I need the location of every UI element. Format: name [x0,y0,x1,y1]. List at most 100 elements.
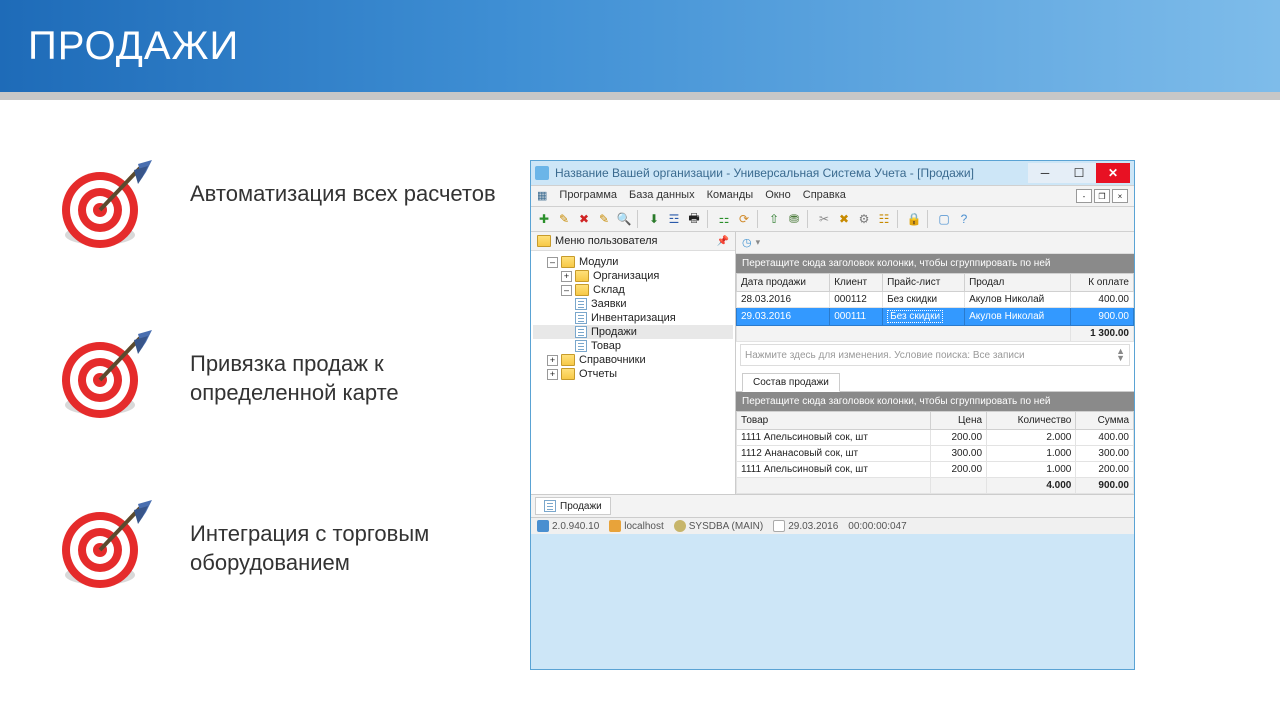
statusbar: 2.0.940.10 localhost SYSDBA (MAIN) 29.03… [531,517,1134,534]
tree-sales[interactable]: Продажи [533,325,733,339]
left-panel: Меню пользователя 📌 –Модули +Организация… [531,232,736,494]
detail-tabs: Состав продажи [736,368,1134,392]
tool-icon[interactable]: ✂ [815,210,833,228]
bullet-text-1: Автоматизация всех расчетов [190,160,496,209]
col-client[interactable]: Клиент [830,274,883,292]
filter-icon[interactable]: ⛃ [785,210,803,228]
dcol-price[interactable]: Цена [930,412,986,430]
menu-commands[interactable]: Команды [707,189,754,203]
menu-help[interactable]: Справка [803,189,846,203]
target-icon [60,160,160,250]
bullet-3: Интеграция с торговым оборудованием [60,500,520,590]
user-icon [674,520,686,532]
sales-total: 1 300.00 [1071,326,1134,342]
server-icon [609,520,621,532]
tree-goods[interactable]: Товар [533,339,733,353]
import-icon[interactable]: ⇧ [765,210,783,228]
window-title: Название Вашей организации - Универсальн… [555,166,1028,180]
search-icon[interactable]: 🔍 [615,210,633,228]
titlebar[interactable]: Название Вашей организации - Универсальн… [531,161,1134,185]
group-hint-sales[interactable]: Перетащите сюда заголовок колонки, чтобы… [736,254,1134,273]
bullet-2: Привязка продаж к определенной карте [60,330,520,420]
calendar-icon [773,520,785,532]
info-icon [537,520,549,532]
detail-grid[interactable]: Товар Цена Количество Сумма 1111 Апельси… [736,411,1134,494]
folder-icon [537,235,551,247]
detail-row[interactable]: 1112 Ананасовый сок, шт 300.00 1.000 300… [737,446,1134,462]
menubar: ▦ Программа База данных Команды Окно Спр… [531,185,1134,207]
user-menu-header[interactable]: Меню пользователя 📌 [531,232,735,251]
refresh-icon[interactable]: ⟳ [735,210,753,228]
minimize-button[interactable]: ─ [1028,163,1062,183]
status-time: 00:00:00:047 [848,521,906,532]
menu-window[interactable]: Окно [765,189,791,203]
maximize-button[interactable]: ☐ [1062,163,1096,183]
status-date: 29.03.2016 [788,521,838,532]
app-window: Название Вашей организации - Универсальн… [530,160,1135,670]
main-toolbar: ✚ ✎ ✖ ✎ 🔍 ⬇ ☲ 🖶 ⚏ ⟳ ⇧ ⛃ ✂ ✖ ⚙ ☷ 🔒 ▢ ? [531,207,1134,232]
group-icon[interactable]: ☷ [875,210,893,228]
print-icon[interactable]: 🖶 [685,210,703,228]
help-icon[interactable]: ? [955,210,973,228]
settings-icon[interactable]: ✖ [835,210,853,228]
tab-sale-content[interactable]: Состав продажи [742,373,840,392]
detail-row[interactable]: 1111 Апельсиновый сок, шт 200.00 2.000 4… [737,430,1134,446]
doc-tab-sales[interactable]: Продажи [535,497,611,515]
tree-org[interactable]: +Организация [533,269,733,283]
delete-icon[interactable]: ✖ [575,210,593,228]
detail-total-sum: 900.00 [1076,478,1134,494]
target-icon [60,500,160,590]
col-date[interactable]: Дата продажи [737,274,830,292]
view-icon[interactable]: ✎ [595,210,613,228]
detail-toolbar: ◷ ▾ [736,232,1134,254]
search-bar[interactable]: Нажмите здесь для изменения. Условие пои… [740,344,1130,366]
status-host: localhost [624,521,663,532]
menu-database[interactable]: База данных [629,189,695,203]
bullet-text-2: Привязка продаж к определенной карте [190,330,520,407]
dcol-qty[interactable]: Количество [987,412,1076,430]
app-icon [535,166,549,180]
lock-icon[interactable]: 🔒 [905,210,923,228]
document-tabs: Продажи [531,494,1134,517]
tree-warehouse[interactable]: –Склад [533,283,733,297]
bullet-text-3: Интеграция с торговым оборудованием [190,500,520,577]
add-icon[interactable]: ✚ [535,210,553,228]
search-hint: Нажмите здесь для изменения. Условие пои… [745,350,1025,361]
tree-view-icon[interactable]: ⚏ [715,210,733,228]
export-icon[interactable]: ⬇ [645,210,663,228]
col-amount[interactable]: К оплате [1071,274,1134,292]
dcol-sum[interactable]: Сумма [1076,412,1134,430]
sales-row-selected[interactable]: 29.03.2016 000111 Без скидки Акулов Нико… [737,308,1134,326]
mdi-minimize[interactable]: - [1076,189,1092,203]
tree-modules[interactable]: –Модули [533,255,733,269]
right-panel: ◷ ▾ Перетащите сюда заголовок колонки, ч… [736,232,1134,494]
sales-grid[interactable]: Дата продажи Клиент Прайс-лист Продал К … [736,273,1134,342]
bullets-column: Автоматизация всех расчетов Привязка про… [0,160,520,670]
user-menu-label: Меню пользователя [555,235,657,247]
col-seller[interactable]: Продал [965,274,1071,292]
gear-icon[interactable]: ⚙ [855,210,873,228]
tree-reports[interactable]: +Отчеты [533,367,733,381]
preview-icon[interactable]: ☲ [665,210,683,228]
col-pricelist[interactable]: Прайс-лист [883,274,965,292]
tree-refs[interactable]: +Справочники [533,353,733,367]
window-icon[interactable]: ▢ [935,210,953,228]
close-button[interactable]: ✕ [1096,163,1130,183]
detail-row[interactable]: 1111 Апельсиновый сок, шт 200.00 1.000 2… [737,462,1134,478]
group-hint-detail[interactable]: Перетащите сюда заголовок колонки, чтобы… [736,392,1134,411]
status-user: SYSDBA (MAIN) [689,521,763,532]
bullet-1: Автоматизация всех расчетов [60,160,520,250]
dcol-name[interactable]: Товар [737,412,931,430]
pin-icon[interactable]: 📌 [717,236,729,247]
sales-row[interactable]: 28.03.2016 000112 Без скидки Акулов Нико… [737,292,1134,308]
tree-requests[interactable]: Заявки [533,297,733,311]
edit-icon[interactable]: ✎ [555,210,573,228]
mdi-restore[interactable]: ❐ [1094,189,1110,203]
clock-icon[interactable]: ◷ [742,236,752,249]
menu-program[interactable]: Программа [559,189,617,203]
tree-inventory[interactable]: Инвентаризация [533,311,733,325]
detail-total-qty: 4.000 [987,478,1076,494]
nav-tree: –Модули +Организация –Склад Заявки Инвен… [531,251,735,385]
scroll-arrows-icon[interactable]: ▲▼ [1116,348,1125,362]
mdi-close[interactable]: × [1112,189,1128,203]
